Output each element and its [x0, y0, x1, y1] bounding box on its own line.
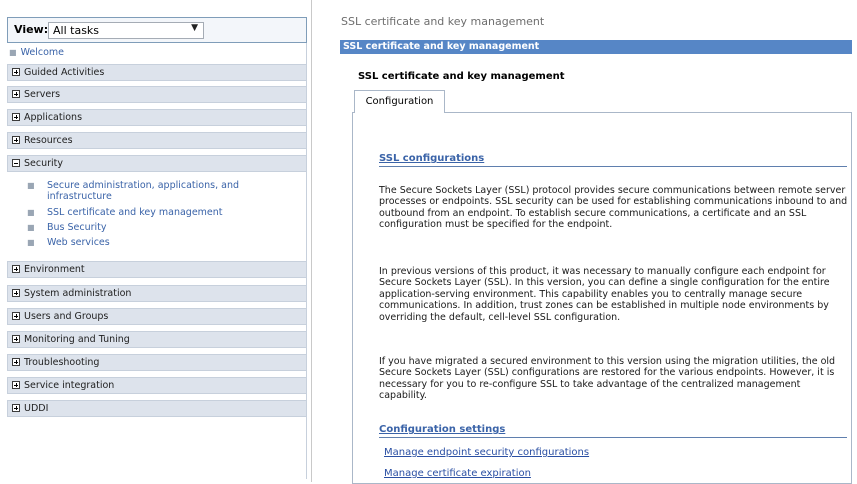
sub-item-secure-administration[interactable]: ■ Secure administration, applications, a…	[27, 180, 239, 202]
bullet-icon: ■	[27, 238, 35, 247]
sub-item-label: Web services	[47, 237, 110, 248]
view-label: View:	[14, 23, 49, 36]
view-filter-bar: View: All tasks ▼	[7, 17, 307, 43]
sub-item-label: SSL certificate and key management	[47, 207, 223, 218]
breadcrumb: SSL certificate and key management	[341, 15, 545, 28]
nav-item-system-administration[interactable]: System administration	[7, 285, 307, 302]
bullet-icon: ■	[9, 48, 17, 57]
nav-item-label: Guided Activities	[24, 67, 105, 78]
nav-item-security[interactable]: Security	[7, 155, 307, 172]
nav-item-label: UDDI	[24, 403, 49, 414]
view-select[interactable]: All tasks ▼	[48, 22, 204, 39]
nav-item-monitoring-and-tuning[interactable]: Monitoring and Tuning	[7, 331, 307, 348]
section-divider	[379, 437, 847, 438]
sub-item-bus-security[interactable]: ■ Bus Security	[27, 222, 107, 233]
nav-item-label: Environment	[24, 264, 85, 275]
sub-item-web-services[interactable]: ■ Web services	[27, 237, 110, 248]
sub-item-label: Secure administration, applications, and	[47, 180, 239, 191]
bullet-icon: ■	[27, 181, 35, 190]
view-select-value: All tasks	[53, 24, 100, 37]
nav-item-label: Users and Groups	[24, 311, 109, 322]
expand-plus-icon[interactable]	[12, 113, 20, 121]
nav-item-label: Servers	[24, 89, 61, 100]
manage-certificate-expiration-link[interactable]: Manage certificate expiration	[384, 468, 531, 479]
page-title-bar: SSL certificate and key management	[340, 40, 852, 54]
bullet-icon: ■	[27, 208, 35, 217]
section-divider	[379, 166, 847, 167]
nav-item-resources[interactable]: Resources	[7, 132, 307, 149]
previous-versions-paragraph: In previous versions of this product, it…	[379, 266, 830, 323]
expand-plus-icon[interactable]	[12, 358, 20, 366]
intro-paragraph: The Secure Sockets Layer (SSL) protocol …	[379, 185, 848, 231]
welcome-link[interactable]: ■ Welcome	[9, 47, 64, 58]
nav-item-guided-activities[interactable]: Guided Activities	[7, 64, 307, 81]
sub-item-ssl-certificate[interactable]: ■ SSL certificate and key management	[27, 207, 223, 218]
nav-item-users-and-groups[interactable]: Users and Groups	[7, 308, 307, 325]
sub-item-label-cont: infrastructure	[47, 191, 112, 202]
nav-item-uddi[interactable]: UDDI	[7, 400, 307, 417]
tab-configuration[interactable]: Configuration	[354, 90, 445, 113]
nav-item-label: Monitoring and Tuning	[24, 334, 130, 345]
dropdown-arrow-icon: ▼	[191, 23, 198, 33]
nav-item-applications[interactable]: Applications	[7, 109, 307, 126]
expand-plus-icon[interactable]	[12, 136, 20, 144]
collapse-minus-icon[interactable]	[12, 159, 20, 167]
migration-paragraph: If you have migrated a secured environme…	[379, 356, 836, 402]
expand-plus-icon[interactable]	[12, 265, 20, 273]
frame-divider[interactable]	[311, 0, 312, 482]
ssl-configurations-heading[interactable]: SSL configurations	[379, 153, 484, 164]
nav-item-environment[interactable]: Environment	[7, 261, 307, 278]
nav-item-label: Applications	[24, 112, 83, 123]
page-title: SSL certificate and key management	[358, 71, 565, 82]
expand-plus-icon[interactable]	[12, 68, 20, 76]
nav-item-label: System administration	[24, 288, 132, 299]
nav-item-label: Service integration	[24, 380, 115, 391]
nav-item-label: Resources	[24, 135, 73, 146]
nav-item-servers[interactable]: Servers	[7, 86, 307, 103]
expand-plus-icon[interactable]	[12, 404, 20, 412]
manage-endpoint-security-link[interactable]: Manage endpoint security configurations	[384, 447, 589, 458]
nav-item-label: Security	[24, 158, 64, 169]
nav-item-service-integration[interactable]: Service integration	[7, 377, 307, 394]
bullet-icon: ■	[27, 223, 35, 232]
nav-item-label: Troubleshooting	[24, 357, 100, 368]
expand-plus-icon[interactable]	[12, 381, 20, 389]
expand-plus-icon[interactable]	[12, 335, 20, 343]
nav-item-troubleshooting[interactable]: Troubleshooting	[7, 354, 307, 371]
welcome-label: Welcome	[20, 47, 65, 58]
configuration-settings-heading: Configuration settings	[379, 424, 506, 435]
expand-plus-icon[interactable]	[12, 312, 20, 320]
expand-plus-icon[interactable]	[12, 90, 20, 98]
sub-item-label: Bus Security	[47, 222, 107, 233]
expand-plus-icon[interactable]	[12, 289, 20, 297]
